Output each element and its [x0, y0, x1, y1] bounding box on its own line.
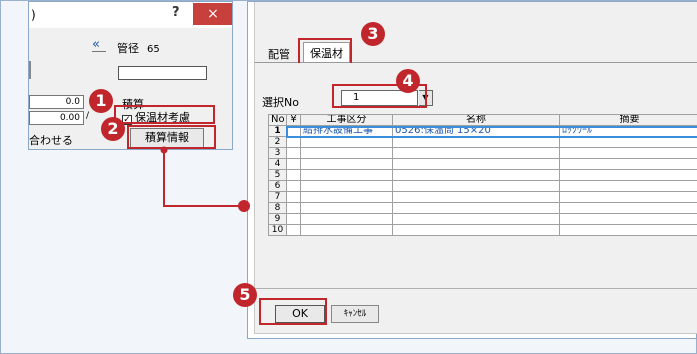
step-badge-2: 2: [101, 117, 125, 141]
step-badge-1: 1: [89, 89, 113, 113]
step-badge-3: 3: [361, 22, 385, 46]
connector-line: [160, 146, 250, 212]
step-badge-5: 5: [233, 283, 257, 307]
step-badge-4: 4: [396, 69, 420, 93]
